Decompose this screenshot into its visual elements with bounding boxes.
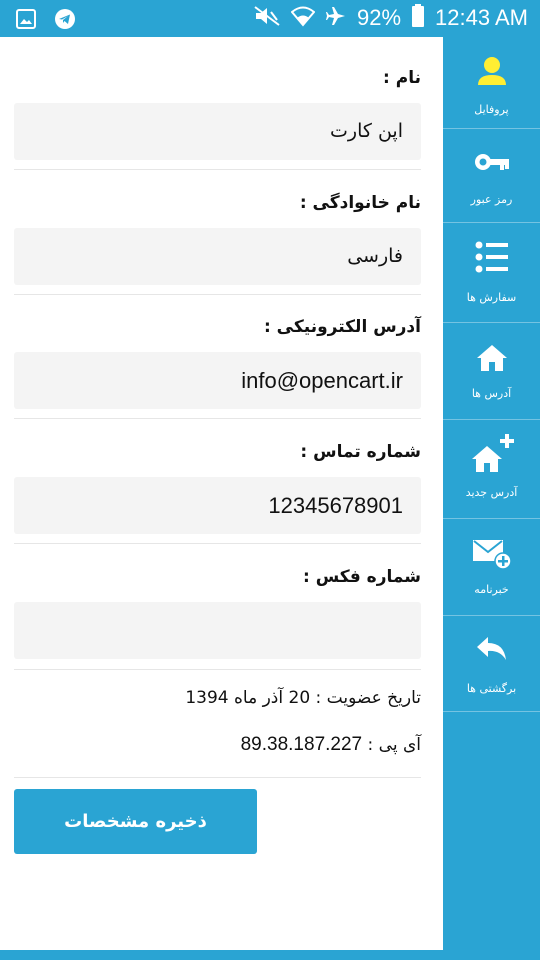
sidebar-item-label: برگشتی ها bbox=[466, 682, 517, 695]
membership-date-line: تاریخ عضویت : 20 آذر ماه 1394 bbox=[185, 688, 421, 708]
bottom-bar bbox=[0, 950, 540, 960]
phone-label: شماره تماس : bbox=[300, 442, 421, 462]
sidebar-item-password[interactable]: رمز عبور bbox=[443, 129, 540, 223]
sidebar-item-new-address[interactable]: آدرس جدید bbox=[443, 420, 540, 519]
first-name-label: نام : bbox=[383, 68, 421, 88]
last-name-label: نام خانوادگی : bbox=[299, 193, 421, 213]
divider bbox=[14, 777, 421, 778]
wifi-icon bbox=[290, 5, 316, 31]
ip-line: آی پی : 89.38.187.227 bbox=[241, 734, 421, 756]
sidebar-item-returns[interactable]: برگشتی ها bbox=[443, 616, 540, 712]
home-add-icon bbox=[443, 432, 540, 474]
sidebar-menu: پروفایل رمز عبور سفارش ها آدرس ها آدرس ج… bbox=[443, 37, 540, 960]
key-icon bbox=[443, 152, 540, 172]
sidebar-item-label: پروفایل bbox=[474, 103, 509, 116]
last-name-value: فارسی bbox=[347, 245, 403, 267]
sidebar-item-label: سفارش ها bbox=[466, 291, 517, 304]
user-icon bbox=[443, 56, 540, 86]
divider bbox=[14, 294, 421, 295]
divider bbox=[14, 669, 421, 670]
divider bbox=[14, 543, 421, 544]
sidebar-item-newsletter[interactable]: خبرنامه bbox=[443, 519, 540, 616]
first-name-value: اپن کارت bbox=[330, 120, 403, 142]
sidebar-item-orders[interactable]: سفارش ها bbox=[443, 223, 540, 323]
sidebar-item-label: آدرس ها bbox=[471, 387, 512, 400]
telegram-notification-icon bbox=[54, 8, 76, 34]
mute-icon bbox=[253, 5, 281, 31]
save-profile-button[interactable]: ذخیره مشخصات bbox=[14, 789, 257, 854]
sidebar-item-label: رمز عبور bbox=[470, 193, 513, 206]
ip-value: 89.38.187.227 bbox=[240, 734, 363, 755]
sidebar-item-label: خبرنامه bbox=[474, 583, 509, 596]
mail-add-icon bbox=[443, 538, 540, 570]
email-field[interactable]: info@opencart.ir bbox=[14, 352, 421, 409]
battery-icon bbox=[411, 4, 425, 32]
battery-percent: 92% bbox=[357, 5, 402, 30]
ip-label: آی پی : bbox=[367, 735, 421, 755]
clock: 12:43 AM bbox=[435, 5, 528, 30]
sidebar-item-label: آدرس جدید bbox=[465, 486, 518, 499]
home-icon bbox=[443, 344, 540, 372]
sidebar-item-addresses[interactable]: آدرس ها bbox=[443, 323, 540, 420]
sidebar-item-profile[interactable]: پروفایل bbox=[443, 37, 540, 129]
first-name-field[interactable]: اپن کارت bbox=[14, 103, 421, 160]
last-name-field[interactable]: فارسی bbox=[14, 228, 421, 285]
phone-field[interactable]: 12345678901 bbox=[14, 477, 421, 534]
fax-label: شماره فکس : bbox=[302, 567, 421, 587]
gallery-notification-icon bbox=[16, 9, 36, 33]
status-bar: 92% 12:43 AM bbox=[0, 0, 540, 37]
divider bbox=[14, 169, 421, 170]
phone-value: 12345678901 bbox=[268, 493, 403, 518]
reply-icon bbox=[443, 635, 540, 663]
divider bbox=[14, 418, 421, 419]
list-icon bbox=[443, 240, 540, 274]
email-label: آدرس الکترونیکی : bbox=[263, 317, 421, 337]
airplane-mode-icon bbox=[325, 5, 347, 31]
email-value: info@opencart.ir bbox=[241, 368, 403, 393]
membership-date-value: 20 آذر ماه 1394 bbox=[185, 688, 311, 708]
membership-date-label: تاریخ عضویت : bbox=[315, 688, 421, 708]
fax-field[interactable] bbox=[14, 602, 421, 659]
profile-form: نام : اپن کارت نام خانوادگی : فارسی آدرس… bbox=[0, 37, 443, 950]
